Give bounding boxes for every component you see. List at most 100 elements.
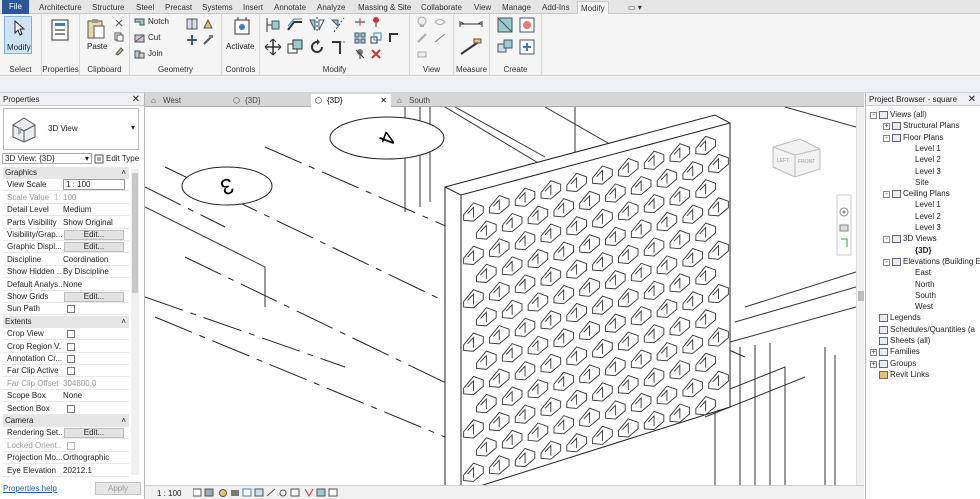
edit-button[interactable]: Edit... <box>64 428 124 439</box>
collapse-icon[interactable]: ˄ <box>121 415 126 427</box>
ribbon-tab-manage[interactable]: Manage <box>499 1 534 14</box>
edit-button[interactable]: Edit... <box>64 292 124 302</box>
tree-item[interactable]: Level 3 <box>915 223 941 233</box>
pin-icon[interactable] <box>370 16 382 28</box>
tree-toggle-icon[interactable]: - <box>883 191 890 199</box>
ribbon-tab-add-ins[interactable]: Add-Ins <box>539 1 573 14</box>
tree-item[interactable]: Sheets (all) <box>890 336 930 346</box>
scale-icon[interactable] <box>370 32 382 44</box>
tree-toggle-icon[interactable]: - <box>883 236 890 244</box>
copy-icon[interactable] <box>114 32 124 42</box>
tree-item[interactable]: Structural Plans <box>903 121 959 131</box>
tree-toggle-icon[interactable]: + <box>870 349 877 357</box>
edit-type-button[interactable]: Edit Type <box>94 153 144 165</box>
demolish-icon[interactable] <box>202 34 214 46</box>
section-header-camera[interactable]: Camera ˄ <box>3 415 129 427</box>
view-tab-2[interactable]: ⬡ {3D} ✕ <box>311 94 391 107</box>
close-icon[interactable]: ✕ <box>380 94 387 107</box>
property-value[interactable]: None <box>63 390 125 402</box>
edit-button[interactable]: Edit... <box>64 230 124 240</box>
property-value[interactable]: 20212.1 <box>63 465 125 477</box>
property-value[interactable]: Show Original <box>63 217 125 229</box>
tree-item[interactable]: Groups <box>890 359 916 369</box>
ribbon-tab-insert[interactable]: Insert <box>240 1 266 14</box>
modify-button[interactable]: Modify <box>4 16 32 54</box>
grid-bubble-4[interactable]: 4 <box>329 116 445 160</box>
tree-item[interactable]: Ceiling Plans <box>903 189 950 199</box>
paste-button[interactable]: Paste <box>84 18 108 52</box>
property-value[interactable]: By Discipline <box>63 266 125 278</box>
ribbon-tab-steel[interactable]: Steel <box>133 1 157 14</box>
view-tab-1[interactable]: ⬡ {3D} <box>229 94 309 107</box>
split-face-icon[interactable] <box>186 18 198 30</box>
view-cube[interactable]: LEFT FRONT <box>772 138 821 178</box>
tree-item[interactable]: Level 1 <box>915 200 941 210</box>
property-value[interactable]: Coordination <box>63 254 125 266</box>
ribbon-tab-massing-site[interactable]: Massing & Site <box>355 1 414 14</box>
measure-distance-icon[interactable] <box>458 18 484 30</box>
notch-button[interactable]: Notch <box>134 16 178 28</box>
tree-item[interactable]: East <box>915 268 931 278</box>
tree-item[interactable]: South <box>915 291 936 301</box>
split-element-icon[interactable] <box>354 16 366 28</box>
mirror-draw-icon[interactable] <box>330 16 348 34</box>
property-checkbox[interactable] <box>67 367 75 376</box>
cut-clip-icon[interactable] <box>114 18 124 28</box>
property-checkbox[interactable] <box>67 342 75 351</box>
tree-item[interactable]: Level 2 <box>915 155 941 165</box>
property-checkbox[interactable] <box>67 355 75 363</box>
edit-button[interactable]: Edit... <box>64 242 124 253</box>
trim-extend-icon[interactable] <box>330 38 348 56</box>
paint-icon[interactable] <box>202 18 214 30</box>
select-dropdown[interactable]: Select <box>0 65 41 74</box>
tree-toggle-icon[interactable]: - <box>883 134 890 142</box>
offset-icon[interactable] <box>286 16 304 34</box>
tree-toggle-icon[interactable]: - <box>870 112 877 119</box>
property-value[interactable]: 1 : 100 <box>63 179 125 191</box>
match-properties-icon[interactable] <box>114 46 124 56</box>
join-button[interactable]: Join <box>134 48 178 60</box>
tree-item[interactable]: Schedules/Quantities (a <box>890 325 975 335</box>
properties-button[interactable] <box>48 18 72 46</box>
ribbon-tab-precast[interactable]: Precast <box>162 1 195 14</box>
create-assembly-icon[interactable] <box>496 16 514 34</box>
drawing-canvas[interactable]: 3 4 LEFT FRONT <box>145 107 856 485</box>
ribbon-tab-analyze[interactable]: Analyze <box>314 1 348 14</box>
tree-item[interactable]: Floor Plans <box>903 133 943 143</box>
override-graphics-icon[interactable] <box>416 32 428 44</box>
linework-icon[interactable] <box>434 32 446 44</box>
tree-toggle-icon[interactable]: + <box>870 360 877 368</box>
tree-item[interactable]: Level 2 <box>915 212 941 222</box>
ribbon-tab-architecture[interactable]: Architecture <box>36 1 85 14</box>
view-control-icons[interactable] <box>193 488 373 498</box>
tree-toggle-icon[interactable]: + <box>883 123 890 131</box>
tree-item[interactable]: Elevations (Building El <box>903 257 980 267</box>
tree-item[interactable]: Level 3 <box>915 167 941 177</box>
tree-item[interactable]: Site <box>915 178 929 188</box>
property-value[interactable]: None <box>63 279 125 291</box>
mirror-axis-icon[interactable] <box>308 16 326 34</box>
ribbon-tab-systems[interactable]: Systems <box>199 1 236 14</box>
ribbon-tab-structure[interactable]: Structure <box>89 1 127 14</box>
apply-button[interactable]: Apply <box>95 482 141 495</box>
rotate-icon[interactable] <box>308 38 326 56</box>
close-icon[interactable]: ✕ <box>968 94 976 105</box>
activate-button[interactable]: Activate <box>226 16 256 52</box>
tree-item[interactable]: Level 1 <box>915 144 941 154</box>
lightbulb-icon[interactable] <box>416 16 428 28</box>
contextual-dropdown-icon[interactable]: ▭ ▾ <box>625 1 645 14</box>
grid-bubble-3[interactable]: 3 <box>181 166 273 206</box>
eraser-icon[interactable] <box>416 48 428 60</box>
delete-icon[interactable] <box>370 48 382 60</box>
cut-button[interactable]: Cut <box>134 32 178 44</box>
wall-joins-icon[interactable] <box>186 34 198 46</box>
properties-scrollbar[interactable] <box>131 169 139 475</box>
trim-single-icon[interactable] <box>388 32 400 44</box>
create-similar-icon[interactable] <box>518 38 536 56</box>
copy-element-icon[interactable] <box>286 38 304 56</box>
ribbon-tab-collaborate[interactable]: Collaborate <box>418 1 465 14</box>
ribbon-tab-modify[interactable]: Modify <box>577 1 609 14</box>
navigation-bar[interactable] <box>836 194 852 256</box>
tree-item[interactable]: 3D Views <box>903 234 937 244</box>
dimension-icon[interactable] <box>458 38 484 56</box>
